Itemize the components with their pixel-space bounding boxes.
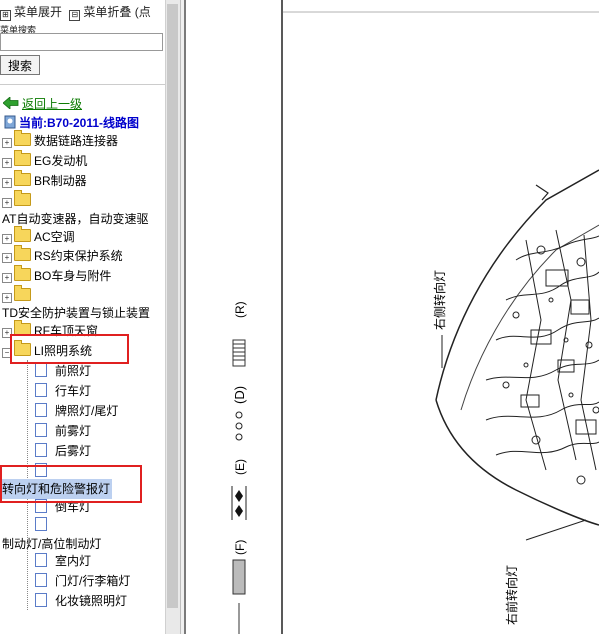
back-row: 返回上一级 <box>2 95 82 112</box>
expand-menu-link[interactable]: 菜单展开 <box>14 5 62 19</box>
tree-item-at-label[interactable]: AT自动变速器，自动变速驱 <box>2 209 148 229</box>
tree-leaf-headlamp[interactable]: 前照灯 <box>35 361 91 381</box>
legend-d: (D) <box>232 386 247 404</box>
search-input[interactable] <box>0 33 163 51</box>
divider-line <box>0 84 165 85</box>
tree-item-brake[interactable]: + BR制动器 <box>2 170 87 191</box>
expand-plus-icon[interactable]: + <box>2 198 12 208</box>
tree-leaf-label[interactable]: 制动灯/高位制动灯 <box>2 537 101 551</box>
page-icon <box>35 443 47 457</box>
legend-f: (F) <box>233 540 247 555</box>
folder-icon <box>14 265 31 281</box>
collapse-menu-link[interactable]: 菜单折叠 (点 <box>83 5 150 19</box>
tree-item-label[interactable]: AT自动变速器，自动变速驱 <box>2 212 148 226</box>
legend-r: (R) <box>233 301 247 318</box>
tree-item-label[interactable]: AC空调 <box>34 230 75 244</box>
tree-leaf-label[interactable]: 室内灯 <box>55 554 91 568</box>
location-icon <box>4 115 16 129</box>
folder-icon <box>14 245 31 261</box>
page-icon <box>35 553 47 567</box>
expand-plus-icon[interactable]: + <box>2 234 12 244</box>
expand-icon[interactable]: ⊞ <box>0 10 11 21</box>
tree-leaf-label[interactable]: 后雾灯 <box>55 444 91 458</box>
page-icon <box>35 403 47 417</box>
page-icon <box>35 517 47 531</box>
tree-leaf-blank-2[interactable] <box>35 515 55 535</box>
tree-item-data-link[interactable]: + 数据链路连接器 <box>2 130 118 151</box>
tree-leaf-running-lamp[interactable]: 行车灯 <box>35 381 91 401</box>
expand-plus-icon[interactable]: + <box>2 273 12 283</box>
tree-item-bo[interactable]: + BO车身与附件 <box>2 265 111 286</box>
current-location: 当前:B70-2011-线路图 <box>3 114 139 131</box>
tree-leaf-label[interactable]: 门灯/行李箱灯 <box>55 574 130 588</box>
expand-plus-icon[interactable]: + <box>2 293 12 303</box>
sidebar: ⊞ 菜单展开 ⊟ 菜单折叠 (点 菜单搜索 搜索 返回上一级 当前:B70-2011… <box>0 0 165 634</box>
back-link[interactable]: 返回上一级 <box>22 97 82 111</box>
tree-leaf-plate-tail[interactable]: 牌照灯/尾灯 <box>35 401 118 421</box>
highlight-box-lighting <box>10 334 129 364</box>
expand-plus-icon[interactable]: + <box>2 138 12 148</box>
expand-plus-icon[interactable]: + <box>2 158 12 168</box>
folder-icon <box>14 170 31 186</box>
tree-leaf-rear-fog[interactable]: 后雾灯 <box>35 441 91 461</box>
tree-leaf-label[interactable]: 前照灯 <box>55 364 91 378</box>
search-button[interactable]: 搜索 <box>0 55 40 75</box>
tree-item-blank-1[interactable]: + <box>2 190 34 211</box>
tree-item-ac[interactable]: + AC空调 <box>2 226 75 247</box>
tree-leaf-label[interactable]: 牌照灯/尾灯 <box>55 404 118 418</box>
tree-item-td-label[interactable]: TD安全防护装置与锁止装置 <box>2 303 150 323</box>
folder-icon <box>14 130 31 146</box>
tree-item-label[interactable]: 数据链路连接器 <box>34 134 118 148</box>
tree-item-label[interactable]: RS约束保护系统 <box>34 249 123 263</box>
folder-icon <box>14 150 31 166</box>
tree-item-label[interactable]: BO车身与附件 <box>34 269 111 283</box>
tree-leaf-label[interactable]: 前雾灯 <box>55 424 91 438</box>
tree-leaf-vanity[interactable]: 化妆镜照明灯 <box>35 591 127 611</box>
menu-toggle-row: ⊞ 菜单展开 ⊟ 菜单折叠 (点 <box>0 3 151 21</box>
folder-icon <box>14 190 31 206</box>
tree-leaf-label[interactable]: 化妆镜照明灯 <box>55 594 127 608</box>
expand-plus-icon[interactable]: + <box>2 178 12 188</box>
label-right-front-turn: 右前转向灯 <box>504 565 519 625</box>
page-icon <box>35 423 47 437</box>
tree-item-label[interactable]: EG发动机 <box>34 154 87 168</box>
back-arrow-icon[interactable] <box>2 96 19 110</box>
wiring-diagram-view: (R) (D) (E) (F) 右侧转向灯 右前转向灯 <box>186 0 599 634</box>
tree-leaf-interior[interactable]: 室内灯 <box>35 551 91 571</box>
legend-e: (E) <box>233 459 247 475</box>
folder-icon <box>14 226 31 242</box>
tree-leaf-front-fog[interactable]: 前雾灯 <box>35 421 91 441</box>
sidebar-scroll-thumb[interactable] <box>167 4 178 608</box>
tree-leaf-door-trunk[interactable]: 门灯/行李箱灯 <box>35 571 130 591</box>
current-path: 当前:B70-2011-线路图 <box>19 116 140 130</box>
wiring-diagram-image: (R) (D) (E) (F) 右侧转向灯 右前转向灯 <box>231 0 599 634</box>
highlight-box-turn-signal <box>0 465 142 503</box>
page-icon <box>35 383 47 397</box>
collapse-icon[interactable]: ⊟ <box>69 10 81 21</box>
page-icon <box>35 593 47 607</box>
page-icon <box>35 573 47 587</box>
tree-item-rs[interactable]: + RS约束保护系统 <box>2 245 123 266</box>
page-icon <box>35 363 47 377</box>
label-right-side-turn: 右侧转向灯 <box>432 270 447 330</box>
expand-plus-icon[interactable]: + <box>2 253 12 263</box>
tree-leaf-label[interactable]: 行车灯 <box>55 384 91 398</box>
tree-item-label[interactable]: BR制动器 <box>34 174 87 188</box>
tree-item-engine[interactable]: + EG发动机 <box>2 150 87 171</box>
tree-item-label[interactable]: TD安全防护装置与锁止装置 <box>2 306 150 320</box>
folder-icon <box>14 285 31 301</box>
